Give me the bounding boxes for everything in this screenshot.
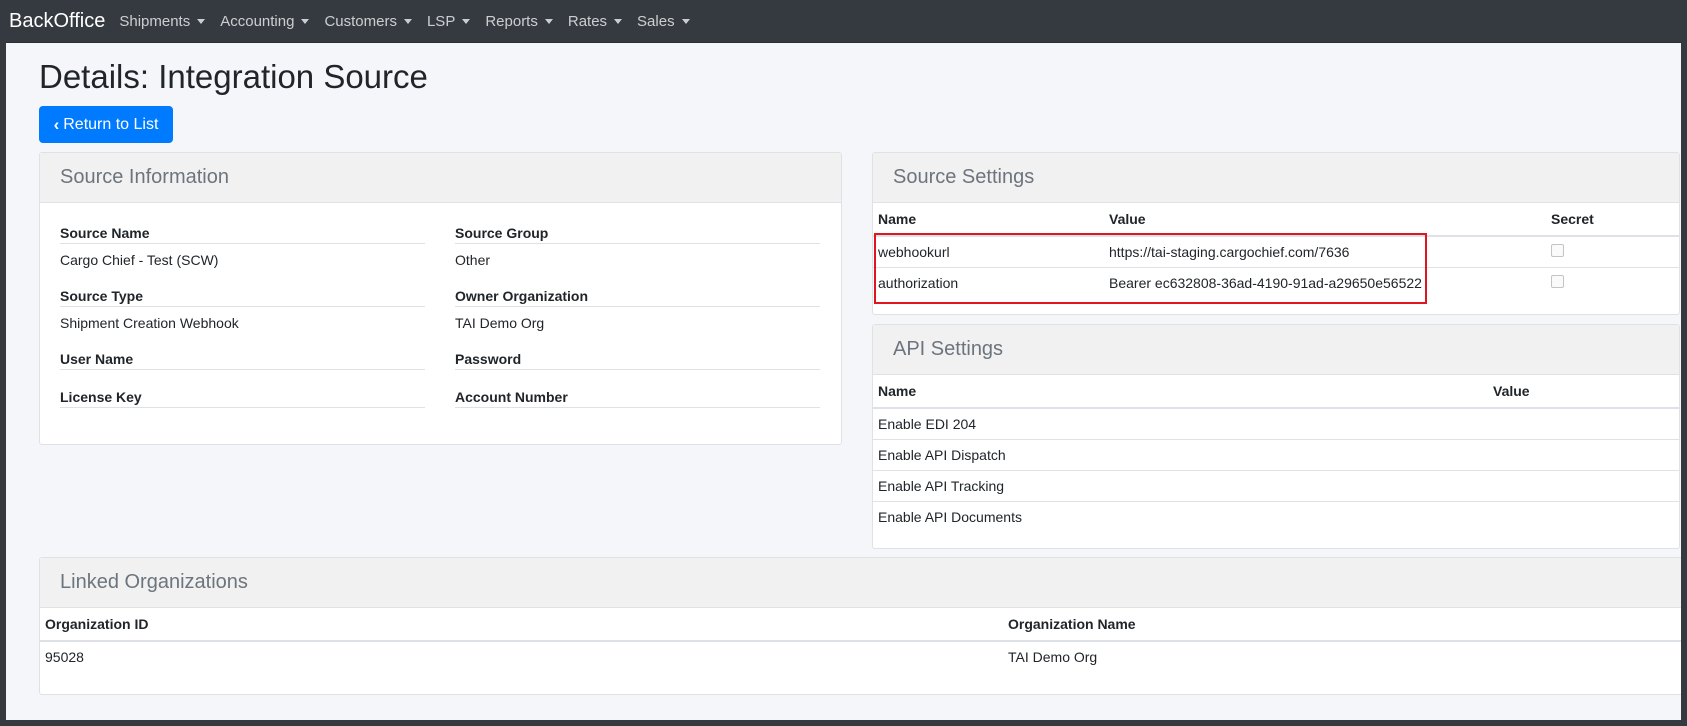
card-header: Source Settings [873, 153, 1679, 203]
column-header: Organization Name [1003, 608, 1681, 642]
field-source-type: Source Type Shipment Creation Webhook [60, 288, 425, 331]
organization-id: 95028 [45, 649, 84, 665]
linked-organizations-table: Organization ID Organization Name 95028 … [40, 608, 1681, 672]
nav-reports[interactable]: Reports [485, 13, 553, 30]
secret-cell [1546, 236, 1679, 268]
field-source-group: Source Group Other [455, 225, 820, 268]
card-header: Source Information [40, 153, 841, 203]
field-user-name: User Name [60, 351, 425, 378]
secret-cell [1546, 267, 1679, 298]
caret-down-icon [544, 18, 553, 24]
field-label: Password [455, 351, 820, 370]
nav-label: Shipments [119, 12, 191, 30]
column-header: Value [1104, 203, 1546, 237]
column-header: Name [873, 375, 1488, 409]
column-header: Name [873, 203, 1104, 237]
table-row: webhookurl https://tai-staging.cargochie… [873, 236, 1679, 268]
brand-logo[interactable]: BackOffice [9, 10, 105, 33]
nav-rates[interactable]: Rates [567, 12, 623, 30]
field-label: Source Name [60, 225, 425, 244]
column-header: Organization ID [40, 608, 1003, 642]
secret-checkbox[interactable] [1551, 243, 1564, 257]
api-setting-value [1488, 501, 1679, 532]
caret-down-icon [301, 18, 310, 24]
caret-down-icon [197, 18, 206, 24]
column-header: Value [1488, 375, 1679, 409]
table-row: Enable API Tracking [873, 470, 1679, 502]
setting-value: Bearer ec632808-36ad-4190-91ad-a29650e56… [1109, 274, 1422, 291]
secret-checkbox[interactable] [1551, 274, 1564, 288]
card-header: API Settings [873, 325, 1679, 375]
return-button-label: Return to List [63, 115, 159, 133]
field-value: Shipment Creation Webhook [60, 315, 239, 331]
api-setting-name: Enable EDI 204 [873, 408, 1488, 440]
nav-label: Rates [567, 12, 608, 30]
field-source-name: Source Name Cargo Chief - Test (SCW) [60, 225, 425, 268]
field-label: Source Type [60, 288, 425, 307]
nav-label: Reports [485, 12, 538, 30]
chevron-left-icon: ‹ [53, 114, 60, 134]
table-row: authorization Bearer ec632808-36ad-4190-… [873, 267, 1679, 298]
nav-lsp[interactable]: LSP [426, 12, 471, 30]
source-settings-table: Name Value Secret webhookurl https://tai… [873, 203, 1679, 298]
app-frame: BackOffice Shipments Accounting Customer… [6, 0, 1681, 720]
api-settings-table: Name Value Enable EDI 204 Enable API Dis… [873, 375, 1679, 532]
api-setting-name: Enable API Documents [878, 508, 1022, 525]
nav-customers[interactable]: Customers [324, 13, 412, 30]
field-account-number: Account Number [455, 389, 820, 416]
field-owner-organization: Owner Organization TAI Demo Org [455, 288, 820, 331]
nav-label: Customers [324, 12, 397, 30]
setting-value: https://tai-staging.cargochief.com/7636 [1104, 236, 1546, 268]
field-label: License Key [60, 389, 425, 408]
organization-name: TAI Demo Org [1008, 649, 1098, 665]
setting-name: authorization [878, 274, 959, 291]
linked-organizations-card: Linked Organizations Organization ID Org… [39, 557, 1681, 695]
nav-label: Accounting [220, 12, 295, 30]
table-row: Enable API Dispatch [873, 439, 1679, 471]
api-setting-name: Enable API Tracking [873, 470, 1488, 502]
field-label: Owner Organization [455, 288, 820, 307]
page-title: Details: Integration Source [39, 58, 428, 95]
field-label: User Name [60, 351, 425, 370]
field-license-key: License Key [60, 389, 425, 416]
source-information-card: Source Information Source Name Cargo Chi… [39, 152, 842, 445]
field-value: Cargo Chief - Test (SCW) [60, 252, 219, 268]
field-label: Account Number [455, 389, 820, 408]
column-header: Secret [1546, 203, 1679, 237]
return-to-list-button[interactable]: ‹ Return to List [39, 106, 173, 143]
field-value: Other [455, 252, 491, 268]
caret-down-icon [462, 18, 471, 24]
api-setting-name: Enable API Dispatch [873, 439, 1488, 471]
nav-label: Sales [637, 12, 675, 30]
top-navbar: BackOffice Shipments Accounting Customer… [6, 0, 1681, 43]
caret-down-icon [681, 18, 690, 24]
nav-shipments[interactable]: Shipments [119, 12, 206, 30]
caret-down-icon [614, 18, 623, 24]
card-header: Linked Organizations [40, 558, 1681, 608]
nav-sales[interactable]: Sales [637, 13, 690, 30]
caret-down-icon [403, 18, 412, 24]
nav-label: LSP [426, 12, 456, 30]
nav-accounting[interactable]: Accounting [220, 12, 310, 30]
table-row: Enable API Documents [873, 501, 1679, 532]
field-value: TAI Demo Org [455, 315, 545, 331]
api-setting-value [1488, 470, 1679, 502]
api-setting-value [1488, 439, 1679, 471]
field-password: Password [455, 351, 820, 378]
table-row: 95028 TAI Demo Org [40, 641, 1681, 672]
table-row: Enable EDI 204 [873, 408, 1679, 440]
setting-name: webhookurl [873, 236, 1104, 268]
source-settings-card: Source Settings Name Value Secret webhoo… [872, 152, 1680, 315]
field-label: Source Group [455, 225, 820, 244]
api-setting-value [1488, 408, 1679, 440]
api-settings-card: API Settings Name Value Enable EDI 204 E… [872, 324, 1680, 549]
